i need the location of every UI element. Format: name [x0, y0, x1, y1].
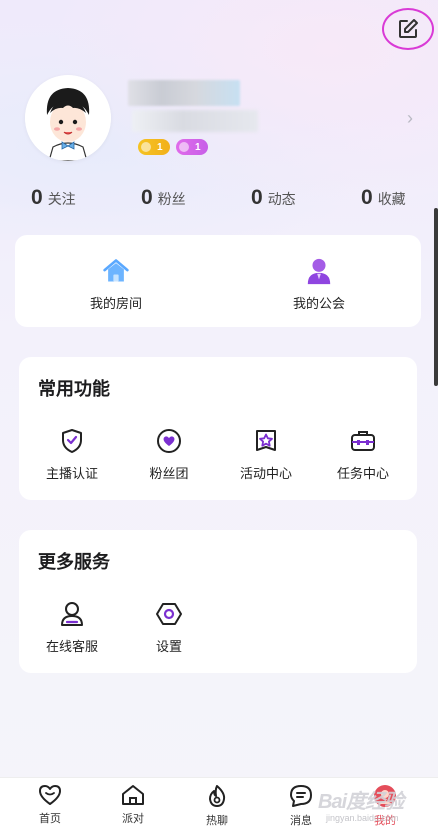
heart-icon — [39, 785, 61, 805]
tab-messages-label: 消息 — [290, 815, 312, 827]
scrollbar[interactable] — [434, 208, 438, 386]
settings-button[interactable]: 设置 — [121, 600, 217, 655]
stat-posts[interactable]: 0 动态 — [251, 186, 296, 210]
flame-icon — [209, 785, 226, 807]
stat-label: 粉丝 — [157, 191, 186, 207]
coin-icon — [141, 142, 151, 152]
tab-me-label: 我的 — [374, 815, 396, 827]
common-functions-card: 常用功能 主播认证 粉丝团 活动中心 任务中心 — [19, 357, 417, 500]
stat-label: 收藏 — [377, 191, 406, 207]
tab-messages[interactable]: 消息 — [271, 784, 331, 828]
stat-number: 0 — [31, 186, 43, 209]
stat-label: 动态 — [267, 191, 296, 207]
more-services-card: 更多服务 在线客服 设置 — [19, 530, 417, 673]
stat-fans[interactable]: 0 粉丝 — [141, 186, 186, 210]
fan-club-label: 粉丝团 — [149, 466, 189, 481]
avatar-illustration — [25, 75, 111, 161]
heart-circle-icon — [155, 427, 183, 455]
task-center-label: 任务中心 — [336, 466, 389, 481]
task-center-button[interactable]: 任务中心 — [315, 427, 411, 482]
level-badge-pink: 1 — [176, 139, 208, 155]
quick-links-card: 我的房间 我的公会 — [15, 235, 421, 327]
common-functions-title: 常用功能 — [38, 379, 110, 399]
anchor-cert-button[interactable]: 主播认证 — [24, 427, 120, 482]
house-icon — [102, 257, 130, 285]
stat-label: 关注 — [47, 191, 76, 207]
my-room-label: 我的房间 — [89, 296, 142, 311]
hexagon-gear-icon — [155, 600, 183, 628]
person-icon — [305, 257, 333, 285]
activity-center-button[interactable]: 活动中心 — [218, 427, 314, 482]
tab-hot-chat[interactable]: 热聊 — [187, 784, 247, 828]
toolbox-icon — [349, 427, 377, 455]
settings-label: 设置 — [155, 639, 182, 654]
anchor-cert-label: 主播认证 — [45, 466, 98, 481]
chat-icon — [290, 785, 312, 807]
tab-me[interactable]: 我的 — [355, 784, 415, 828]
my-guild-button[interactable]: 我的公会 — [271, 257, 367, 312]
user-service-icon — [58, 600, 86, 628]
my-guild-label: 我的公会 — [292, 296, 345, 311]
my-room-button[interactable]: 我的房间 — [68, 257, 164, 312]
stat-follow[interactable]: 0 关注 — [31, 186, 76, 210]
level-badge-gold: 1 — [138, 139, 170, 155]
username-redacted — [128, 80, 240, 106]
bottom-tab-bar: 首页 派对 热聊 消息 我的 — [0, 777, 438, 837]
star-badge-icon — [252, 427, 280, 455]
chevron-right-icon[interactable]: › — [407, 108, 413, 129]
tab-home[interactable]: 首页 — [20, 784, 80, 826]
tab-party[interactable]: 派对 — [103, 784, 163, 826]
tab-home-label: 首页 — [39, 813, 61, 825]
stat-number: 0 — [141, 186, 153, 209]
tab-party-label: 派对 — [122, 813, 144, 825]
activity-center-label: 活动中心 — [239, 466, 292, 481]
stat-number: 0 — [361, 186, 373, 209]
user-id-redacted — [132, 110, 258, 132]
edit-profile-button[interactable] — [382, 8, 434, 50]
badge-gold-value: 1 — [157, 141, 163, 153]
stats-row: 0 关注 0 粉丝 0 动态 0 收藏 — [0, 186, 438, 216]
shield-check-icon — [58, 427, 86, 455]
crown-icon — [179, 142, 189, 152]
fan-club-button[interactable]: 粉丝团 — [121, 427, 217, 482]
avatar[interactable] — [25, 75, 111, 161]
online-service-label: 在线客服 — [45, 639, 98, 654]
badge-pink-value: 1 — [195, 141, 201, 153]
edit-icon — [399, 19, 418, 38]
stat-number: 0 — [251, 186, 263, 209]
me-avatar-icon — [374, 785, 396, 807]
stat-favorites[interactable]: 0 收藏 — [361, 186, 406, 210]
more-services-title: 更多服务 — [38, 552, 110, 572]
home-icon — [122, 785, 144, 805]
tab-hot-chat-label: 热聊 — [206, 815, 228, 827]
online-service-button[interactable]: 在线客服 — [24, 600, 120, 655]
